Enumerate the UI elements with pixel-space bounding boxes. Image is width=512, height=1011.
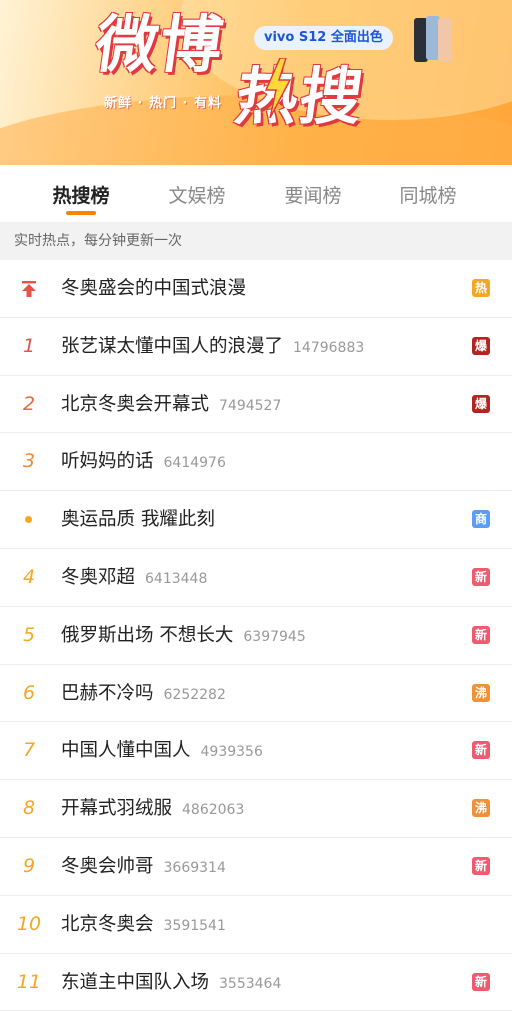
status-badge: 爆 <box>472 336 490 355</box>
status-badge: 新 <box>472 972 490 991</box>
status-badge: 商 <box>472 510 490 529</box>
rank-number: 5 <box>22 623 36 646</box>
tab-news[interactable]: 要闻榜 <box>268 181 358 208</box>
topic-title[interactable]: 冬奥盛会的中国式浪漫 <box>61 278 246 299</box>
tab-local[interactable]: 同城榜 <box>383 181 473 208</box>
pin-top-icon <box>22 281 36 297</box>
list-item[interactable]: 6 巴赫不冷吗 6252282 沸 <box>0 665 512 723</box>
topic-title[interactable]: 冬奥邓超 <box>61 567 135 588</box>
tab-entertainment[interactable]: 文娱榜 <box>152 181 242 208</box>
list-item[interactable]: 冬奥盛会的中国式浪漫 热 <box>0 260 512 318</box>
topic-title[interactable]: 东道主中国队入场 <box>61 972 209 993</box>
topic-wrap: 奥运品质 我耀此刻 <box>61 491 215 548</box>
topic-wrap: 听妈妈的话 6414976 <box>61 433 226 490</box>
heat-count: 4939356 <box>200 744 263 761</box>
heat-count: 6252282 <box>163 686 226 703</box>
heat-count: 3591541 <box>163 917 226 934</box>
list-item[interactable]: 11 东道主中国队入场 3553464 新 <box>0 954 512 1011</box>
list-item[interactable]: 2 北京冬奥会开幕式 7494527 爆 <box>0 376 512 434</box>
rank-number: 11 <box>16 970 42 993</box>
list-item[interactable]: 8 开幕式羽绒服 4862063 沸 <box>0 780 512 838</box>
status-badge: 爆 <box>472 394 490 413</box>
heat-count: 4862063 <box>182 802 245 819</box>
banner-title-resou: 热搜 <box>230 60 370 133</box>
topic-title[interactable]: 冬奥会帅哥 <box>61 856 154 877</box>
topic-wrap: 冬奥盛会的中国式浪漫 <box>61 260 246 317</box>
topic-title[interactable]: 听妈妈的话 <box>61 451 154 472</box>
status-badge: 新 <box>472 856 490 875</box>
rank-number: 10 <box>16 912 42 935</box>
topic-title[interactable]: 俄罗斯出场 不想长大 <box>61 625 233 646</box>
rank-number: 1 <box>22 334 36 357</box>
hot-search-list: 冬奥盛会的中国式浪漫热 1 张艺谋太懂中国人的浪漫了 14796883 爆 2 北京冬奥会开… <box>0 260 512 1011</box>
topic-title[interactable]: 北京冬奥会开幕式 <box>61 394 209 415</box>
tab-bar: 热搜榜 文娱榜 要闻榜 同城榜 <box>0 165 512 222</box>
topic-title[interactable]: 奥运品质 我耀此刻 <box>61 509 215 530</box>
topic-wrap: 北京冬奥会 3591541 <box>61 896 226 953</box>
heat-count: 3553464 <box>219 975 282 992</box>
rank-number: 8 <box>22 797 36 820</box>
topic-wrap: 东道主中国队入场 3553464 <box>61 954 281 1011</box>
heat-count: 6413448 <box>145 570 208 587</box>
topic-wrap: 中国人懂中国人 4939356 <box>61 722 263 779</box>
rank-number: 9 <box>22 854 36 877</box>
topic-title[interactable]: 张艺谋太懂中国人的浪漫了 <box>61 336 283 357</box>
heat-count: 14796883 <box>293 339 365 356</box>
topic-title[interactable]: 开幕式羽绒服 <box>61 798 172 819</box>
status-badge: 沸 <box>472 683 490 702</box>
banner[interactable]: 微博 热搜 新鲜 · 热门 · 有料 vivo S12 全面出色 <box>0 0 512 165</box>
heat-count: 3669314 <box>163 859 226 876</box>
topic-wrap: 巴赫不冷吗 6252282 <box>61 665 226 722</box>
list-item[interactable]: 1 张艺谋太懂中国人的浪漫了 14796883 爆 <box>0 318 512 376</box>
rank-number: 3 <box>22 450 36 473</box>
rank-number: 6 <box>22 681 36 704</box>
heat-count: 6397945 <box>243 628 306 645</box>
tab-hot-search[interactable]: 热搜榜 <box>36 181 126 208</box>
list-item[interactable]: 3 听妈妈的话 6414976 <box>0 433 512 492</box>
topic-wrap: 冬奥邓超 6413448 <box>61 549 207 606</box>
tab-active-indicator <box>66 211 96 215</box>
list-item[interactable]: 5 俄罗斯出场 不想长大 6397945 新 <box>0 607 512 665</box>
lightning-icon <box>264 58 292 118</box>
phone-product-image <box>414 14 462 64</box>
topic-title[interactable]: 巴赫不冷吗 <box>61 683 154 704</box>
topic-title[interactable]: 中国人懂中国人 <box>61 740 191 761</box>
status-badge: 新 <box>472 567 490 586</box>
list-item[interactable]: 7 中国人懂中国人 4939356 新 <box>0 722 512 781</box>
status-badge: 新 <box>472 625 490 644</box>
topic-title[interactable]: 北京冬奥会 <box>61 914 154 935</box>
list-item[interactable]: 4 冬奥邓超 6413448 新 <box>0 549 512 607</box>
rank-number: 4 <box>22 565 36 588</box>
promoted-dot-icon <box>25 516 32 524</box>
topic-wrap: 俄罗斯出场 不想长大 6397945 <box>61 607 306 664</box>
banner-slogan: 新鲜 · 热门 · 有料 <box>104 96 222 111</box>
heat-count: 6414976 <box>163 455 226 472</box>
topic-wrap: 冬奥会帅哥 3669314 <box>61 838 226 895</box>
ad-pill[interactable]: vivo S12 全面出色 <box>254 26 393 50</box>
heat-count: 7494527 <box>219 397 282 414</box>
list-item[interactable]: 10 北京冬奥会 3591541 <box>0 896 512 954</box>
update-notice: 实时热点，每分钟更新一次 <box>0 222 512 260</box>
banner-title-weibo: 微博 <box>90 8 230 81</box>
status-badge: 热 <box>472 279 490 297</box>
list-item[interactable]: 9 冬奥会帅哥 3669314 新 <box>0 838 512 896</box>
topic-wrap: 开幕式羽绒服 4862063 <box>61 780 244 837</box>
list-item[interactable]: 奥运品质 我耀此刻 商 <box>0 491 512 549</box>
topic-wrap: 北京冬奥会开幕式 7494527 <box>61 376 281 433</box>
topic-wrap: 张艺谋太懂中国人的浪漫了 14796883 <box>61 318 364 375</box>
rank-number: 2 <box>22 392 36 415</box>
rank-number: 7 <box>22 739 36 762</box>
status-badge: 沸 <box>472 799 490 818</box>
status-badge: 新 <box>472 741 490 760</box>
